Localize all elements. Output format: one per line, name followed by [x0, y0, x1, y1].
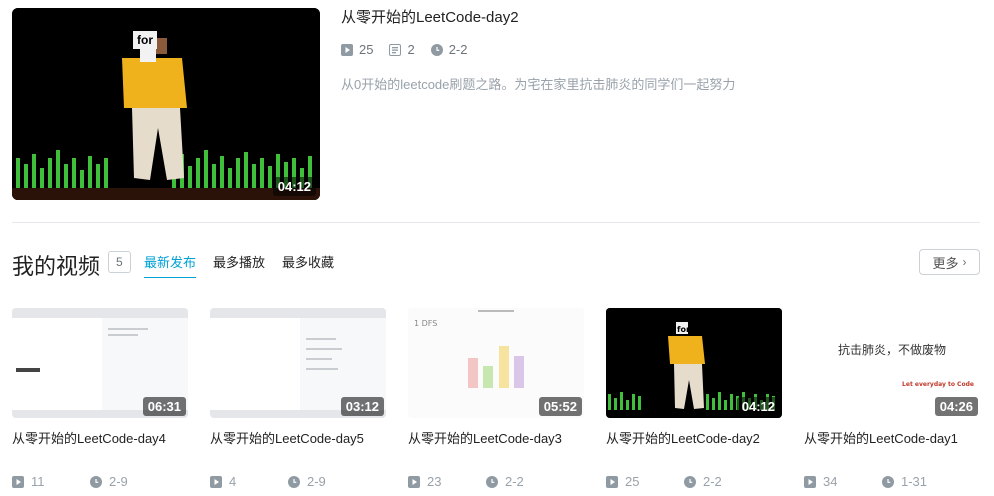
featured-duration-badge: 04:12: [272, 177, 316, 196]
featured-video-description: 从0开始的leetcode刷题之路。为宅在家里抗击肺炎的同学们一起努力: [341, 77, 736, 92]
video-title[interactable]: 从零开始的LeetCode-day1: [804, 428, 980, 447]
video-title[interactable]: 从零开始的LeetCode-day2: [606, 428, 782, 447]
duration-badge: 06:31: [142, 397, 186, 416]
video-title[interactable]: 从零开始的LeetCode-day4: [12, 428, 188, 447]
play-stat: 34: [804, 474, 882, 489]
publish-date: 2-2: [505, 474, 524, 489]
play-count-icon: [12, 475, 24, 488]
featured-video-stats: 25 2 2-2: [341, 42, 484, 57]
date-stat: 2-9: [288, 474, 366, 489]
tab-latest[interactable]: 最新发布: [144, 252, 197, 278]
video-stats: 4 2-9: [210, 474, 366, 489]
play-stat: 4: [210, 474, 288, 489]
video-card[interactable]: 03:12 从零开始的LeetCode-day5 4 2-9: [210, 308, 386, 489]
video-card[interactable]: 06:31 从零开始的LeetCode-day4 11 2-9: [12, 308, 188, 489]
featured-thumb-caption: for: [133, 31, 157, 49]
video-title[interactable]: 从零开始的LeetCode-day3: [408, 428, 584, 447]
video-card[interactable]: for 04:12 从零开始的LeetCode-day2 25 2-2: [606, 308, 782, 489]
clock-icon: [486, 475, 498, 488]
play-count-icon: [408, 475, 420, 488]
tab-most-played[interactable]: 最多播放: [213, 252, 265, 278]
video-count-badge: 5: [108, 251, 131, 273]
thumb-slide-subtext: Let everyday to Code: [902, 381, 974, 388]
play-count-icon: [210, 475, 222, 488]
publish-date: 1-31: [901, 474, 928, 489]
featured-plays: 25: [341, 42, 373, 57]
duration-badge: 05:52: [538, 397, 582, 416]
play-count-icon: [606, 475, 618, 488]
play-count: 25: [625, 474, 640, 489]
featured-date: 2-2: [430, 42, 468, 57]
play-stat: 25: [606, 474, 684, 489]
duration-badge: 03:12: [340, 397, 384, 416]
thumb-caption: for: [677, 325, 690, 334]
date-stat: 2-2: [684, 474, 762, 489]
video-thumbnail[interactable]: 抗击肺炎，不做废物 Let everyday to Code 04:26: [804, 308, 980, 418]
section-divider: [12, 222, 980, 223]
video-stats: 23 2-2: [408, 474, 564, 489]
video-stats: 25 2-2: [606, 474, 762, 489]
featured-comment-count: 2: [407, 42, 415, 57]
play-count: 4: [229, 474, 237, 489]
comment-icon: [389, 43, 402, 56]
publish-date: 2-9: [307, 474, 326, 489]
featured-video-thumbnail[interactable]: 04:12: [12, 8, 320, 200]
my-videos-title: 我的视频: [12, 254, 101, 279]
play-stat: 23: [408, 474, 486, 489]
thumb-slide-text: 抗击肺炎，不做废物: [838, 342, 946, 357]
duration-badge: 04:26: [934, 397, 978, 416]
dancer-thumbnail-image: [12, 8, 320, 200]
video-thumbnail[interactable]: 03:12: [210, 308, 386, 418]
play-count-icon: [341, 43, 353, 56]
clock-icon: [882, 475, 894, 488]
video-stats: 34 1-31: [804, 474, 960, 489]
clock-icon: [288, 475, 300, 488]
date-stat: 1-31: [882, 474, 960, 489]
play-count: 11: [31, 474, 45, 489]
thumb-slide-text: 1 DFS: [414, 319, 437, 328]
publish-date: 2-9: [109, 474, 128, 489]
video-title[interactable]: 从零开始的LeetCode-day5: [210, 428, 386, 447]
featured-play-count: 25: [359, 42, 374, 57]
featured-date-text: 2-2: [448, 42, 468, 57]
duration-badge: 04:12: [736, 397, 780, 416]
chevron-right-icon: ›: [962, 255, 967, 269]
featured-video-title[interactable]: 从零开始的LeetCode-day2: [341, 6, 519, 27]
clock-icon: [430, 43, 443, 56]
play-count: 23: [427, 474, 442, 489]
video-thumbnail[interactable]: 1 DFS 05:52: [408, 308, 584, 418]
sort-tabs: 最新发布 最多播放 最多收藏: [144, 252, 351, 278]
more-button[interactable]: 更多 ›: [919, 249, 980, 275]
video-thumbnail[interactable]: 06:31: [12, 308, 188, 418]
clock-icon: [684, 475, 696, 488]
date-stat: 2-9: [90, 474, 168, 489]
video-card[interactable]: 1 DFS 05:52 从零开始的LeetCode-day3 23 2-2: [408, 308, 584, 489]
tab-most-favorited[interactable]: 最多收藏: [282, 252, 334, 278]
more-button-label: 更多: [932, 255, 959, 271]
featured-comments: 2: [389, 42, 415, 57]
video-thumbnail[interactable]: for 04:12: [606, 308, 782, 418]
publish-date: 2-2: [703, 474, 722, 489]
clock-icon: [90, 475, 102, 488]
play-count: 34: [823, 474, 838, 489]
play-stat: 11: [12, 474, 90, 489]
video-stats: 11 2-9: [12, 474, 168, 489]
date-stat: 2-2: [486, 474, 564, 489]
play-count-icon: [804, 475, 816, 488]
video-card[interactable]: 抗击肺炎，不做废物 Let everyday to Code 04:26 从零开…: [804, 308, 980, 489]
